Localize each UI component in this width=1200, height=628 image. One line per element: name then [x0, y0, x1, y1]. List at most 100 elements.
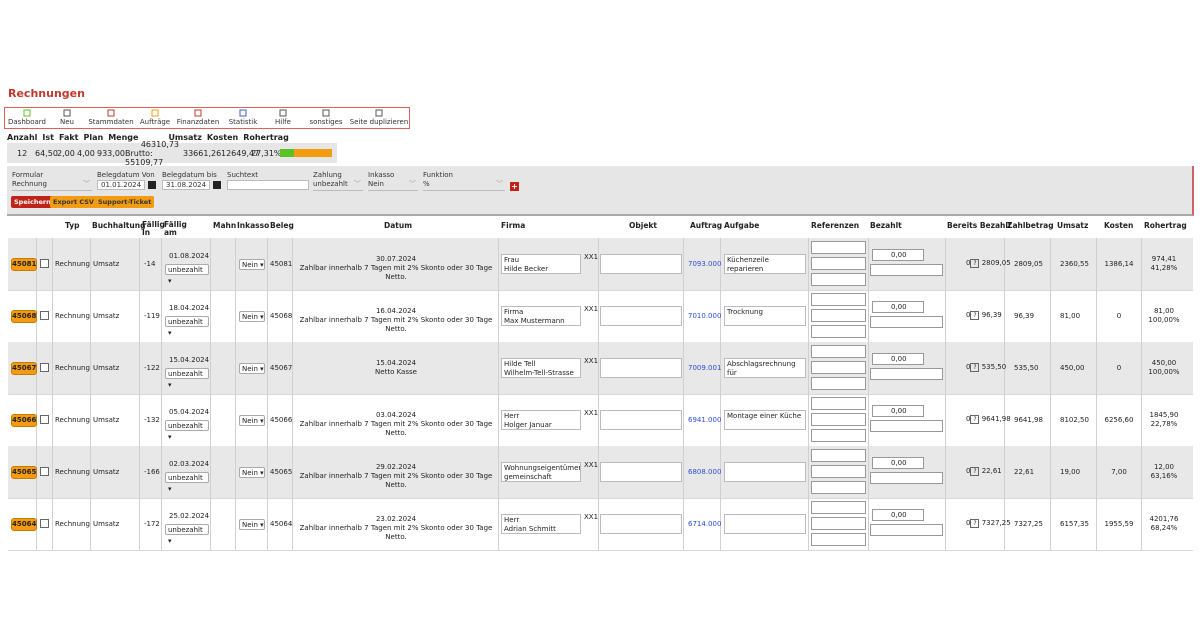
formular-select[interactable]: Rechnung ﹀	[12, 180, 92, 191]
col-auftrag[interactable]: Auftrag	[690, 221, 722, 230]
col-kosten[interactable]: Kosten	[1104, 221, 1133, 230]
col-zahlbetrag[interactable]: Zahlbetrag	[1007, 221, 1054, 230]
col-referenzen[interactable]: Referenzen	[811, 221, 859, 230]
col-bereits-bezahlt[interactable]: Bereits Bezahlt	[947, 221, 1012, 230]
calendar-icon[interactable]	[148, 181, 156, 189]
objekt-textarea[interactable]	[600, 462, 682, 482]
support-ticket-button[interactable]: Support-Ticket	[95, 196, 155, 208]
toolbar-aufträge[interactable]: Aufträge	[137, 108, 173, 128]
firma-textarea[interactable]: Herr Adrian Schmitt	[501, 514, 581, 534]
bezahlt-note-input[interactable]	[870, 368, 943, 380]
aufgabe-textarea[interactable]: Montage einer Küche	[724, 410, 806, 430]
inkasso-row-select[interactable]: Nein ▾	[239, 415, 265, 426]
referenz-input-3[interactable]	[811, 533, 866, 546]
referenz-input-2[interactable]	[811, 413, 866, 426]
inkasso-select[interactable]: Nein ﹀	[368, 180, 418, 191]
referenz-input-1[interactable]	[811, 293, 866, 306]
invoice-number-badge[interactable]: 45064	[11, 518, 37, 531]
aufgabe-textarea[interactable]	[724, 462, 806, 482]
toolbar-seite-duplizieren[interactable]: Seite duplizieren	[349, 108, 409, 128]
invoice-number-badge[interactable]: 45065	[11, 466, 37, 479]
aufgabe-textarea[interactable]: Küchenzeile reparierenund entsprechende	[724, 254, 806, 274]
aufgabe-textarea[interactable]: Trocknung	[724, 306, 806, 326]
referenz-input-1[interactable]	[811, 241, 866, 254]
bezahlt-note-input[interactable]	[870, 420, 943, 432]
table-row[interactable]: 45065 Rechnung Umsatz -166 02.03.2024 unbezah…	[8, 446, 1193, 499]
bezahlt-input[interactable]: 0,00	[872, 301, 924, 313]
calendar-icon[interactable]	[213, 181, 221, 189]
bezahlt-note-input[interactable]	[870, 472, 943, 484]
zahlung-row-select[interactable]: unbezahlt ▾	[165, 264, 209, 285]
inkasso-row-select[interactable]: Nein ▾	[239, 519, 265, 530]
zahlung-row-select[interactable]: unbezahlt ▾	[165, 472, 209, 493]
col-rohertrag[interactable]: Rohertrag	[1144, 221, 1187, 230]
objekt-textarea[interactable]	[600, 358, 682, 378]
table-row[interactable]: 45067 Rechnung Umsatz -122 15.04.2024 unbezah…	[8, 342, 1193, 395]
referenz-input-2[interactable]	[811, 361, 866, 374]
row-checkbox[interactable]	[40, 519, 49, 528]
inkasso-row-select[interactable]: Nein ▾	[239, 259, 265, 270]
referenz-input-2[interactable]	[811, 517, 866, 530]
table-row[interactable]: 45081 Rechnung Umsatz -14 01.08.2024 unbezahl…	[8, 238, 1193, 291]
bezahlt-input[interactable]: 0,00	[872, 457, 924, 469]
firma-textarea[interactable]: Wohnungseigentümer gemeinschaft	[501, 462, 581, 482]
referenz-input-2[interactable]	[811, 309, 866, 322]
table-row[interactable]: 45068 Rechnung Umsatz -119 18.04.2024 unbezah…	[8, 290, 1193, 343]
referenz-input-1[interactable]	[811, 345, 866, 358]
inkasso-row-select[interactable]: Nein ▾	[239, 363, 265, 374]
invoice-number-badge[interactable]: 45067	[11, 362, 37, 375]
help-icon[interactable]: ?	[970, 363, 980, 372]
table-row[interactable]: 45066 Rechnung Umsatz -132 05.04.2024 unbezah…	[8, 394, 1193, 447]
bezahlt-note-input[interactable]	[870, 264, 943, 276]
col-firma[interactable]: Firma	[501, 221, 525, 230]
save-button[interactable]: Speichern	[11, 196, 54, 208]
col-faellig-am[interactable]: Fällig am	[164, 221, 187, 237]
aufgabe-textarea[interactable]	[724, 514, 806, 534]
col-inkasso[interactable]: Inkasso	[237, 221, 269, 230]
firma-textarea[interactable]: Herr Holger Januar	[501, 410, 581, 430]
toolbar-sonstiges[interactable]: sonstiges	[303, 108, 349, 128]
row-checkbox[interactable]	[40, 259, 49, 268]
aufgabe-textarea[interactable]: Abschlagsrechnung fürAuftrag : 7009.000	[724, 358, 806, 378]
row-checkbox[interactable]	[40, 467, 49, 476]
zahlung-row-select[interactable]: unbezahlt ▾	[165, 524, 209, 545]
suchtext-input[interactable]	[227, 180, 309, 190]
zahlung-row-select[interactable]: unbezahlt ▾	[165, 368, 209, 389]
belegdatum-bis-input[interactable]: 31.08.2024	[162, 180, 210, 190]
objekt-textarea[interactable]	[600, 514, 682, 534]
auftrag-link[interactable]: 6808.000	[688, 468, 721, 476]
toolbar-finanzdaten[interactable]: Finanzdaten	[173, 108, 223, 128]
belegdatum-von-input[interactable]: 01.01.2024	[97, 180, 145, 190]
objekt-textarea[interactable]	[600, 410, 682, 430]
referenz-input-1[interactable]	[811, 449, 866, 462]
auftrag-link[interactable]: 6714.000	[688, 520, 721, 528]
col-mahn[interactable]: Mahn	[213, 221, 236, 230]
add-filter-plus-icon[interactable]: +	[510, 182, 519, 191]
bezahlt-note-input[interactable]	[870, 316, 943, 328]
col-typ[interactable]: Typ	[65, 221, 79, 230]
referenz-input-3[interactable]	[811, 273, 866, 286]
help-icon[interactable]: ?	[970, 467, 980, 476]
auftrag-link[interactable]: 6941.000	[688, 416, 721, 424]
referenz-input-3[interactable]	[811, 481, 866, 494]
funktion-select[interactable]: % ﹀	[423, 180, 505, 191]
zahlung-row-select[interactable]: unbezahlt ▾	[165, 316, 209, 337]
firma-textarea[interactable]: Frau Hilde Becker	[501, 254, 581, 274]
toolbar-dashboard[interactable]: Dashboard	[5, 108, 49, 128]
invoice-number-badge[interactable]: 45081	[11, 258, 37, 271]
firma-textarea[interactable]: Hilde Tell Wilhelm-Tell-Strasse	[501, 358, 581, 378]
referenz-input-1[interactable]	[811, 397, 866, 410]
referenz-input-3[interactable]	[811, 377, 866, 390]
help-icon[interactable]: ?	[970, 259, 980, 268]
inkasso-row-select[interactable]: Nein ▾	[239, 311, 265, 322]
export-csv-button[interactable]: Export CSV	[50, 196, 97, 208]
col-faellig-in[interactable]: Fällig In	[142, 221, 165, 237]
toolbar-neu[interactable]: Neu	[49, 108, 85, 128]
table-row[interactable]: 45064 Rechnung Umsatz -172 25.02.2024 unbezah…	[8, 498, 1193, 551]
objekt-textarea[interactable]	[600, 254, 682, 274]
referenz-input-3[interactable]	[811, 429, 866, 442]
referenz-input-2[interactable]	[811, 465, 866, 478]
col-umsatz[interactable]: Umsatz	[1057, 221, 1088, 230]
inkasso-row-select[interactable]: Nein ▾	[239, 467, 265, 478]
auftrag-link[interactable]: 7009.001	[688, 364, 721, 372]
